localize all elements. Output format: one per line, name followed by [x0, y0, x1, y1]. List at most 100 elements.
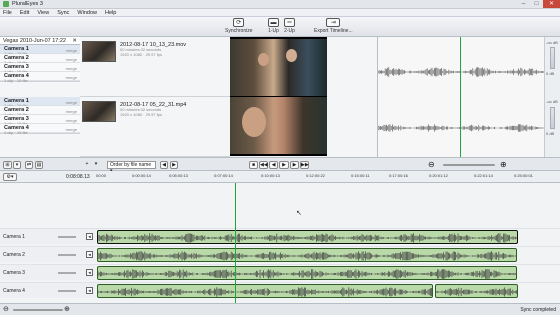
step-forward-icon[interactable]: ▶	[290, 161, 299, 169]
list-view-icon[interactable]: ▤	[35, 161, 43, 169]
video-viewer	[230, 37, 327, 156]
vu-label: -oo dB	[546, 99, 558, 104]
status-bar: ⊖ ⊕ Sync completed	[0, 303, 560, 315]
menu-bar: File Edit View Sync Window Help	[0, 9, 560, 17]
speaker-icon[interactable]: ◄	[86, 233, 93, 240]
track-volume-slider[interactable]	[58, 236, 76, 238]
timecode: 0:08:08.13	[66, 174, 90, 180]
ruler-label: 00:00	[96, 173, 107, 178]
merge-link[interactable]: merge	[66, 100, 77, 105]
add-icon[interactable]: +	[83, 161, 91, 169]
timeline-playhead[interactable]	[235, 183, 236, 303]
next-icon[interactable]: ▶	[170, 161, 178, 169]
ruler-label: 0:00:00:14	[132, 173, 151, 178]
list-item[interactable]: Camera 31 clip · 19 filemerge	[0, 63, 80, 74]
one-up-label: 1-Up	[268, 28, 279, 34]
list-item[interactable]: Camera 21 clip · 19 filemerge	[0, 54, 80, 65]
list-item[interactable]: Camera 41 clip · 19 file merge	[0, 72, 80, 83]
merge-link[interactable]: merge	[66, 48, 77, 53]
merge-link[interactable]: merge	[66, 109, 77, 114]
vu-label: 0 dB	[546, 71, 555, 76]
track-volume-slider[interactable]	[58, 290, 76, 292]
clip-waveform	[98, 269, 516, 279]
audio-clip[interactable]	[97, 230, 518, 244]
timeline-zoom-slider[interactable]	[13, 309, 63, 311]
track-volume-slider[interactable]	[58, 254, 76, 256]
speaker-icon[interactable]: ◄	[86, 287, 93, 294]
track-header-camera-4: Camera 4 ◄	[0, 282, 95, 298]
project-tab-label: Vegas 2010-Jun-07 17:22	[3, 38, 66, 44]
fast-forward-icon[interactable]: ▶▶	[300, 161, 309, 169]
group-icon[interactable]: ⊞	[3, 161, 12, 169]
menu-view[interactable]: View	[37, 10, 49, 16]
project-tab[interactable]: Vegas 2010-Jun-07 17:22 ✕	[0, 37, 80, 45]
speaker-icon[interactable]: ◄	[86, 269, 93, 276]
menu-edit[interactable]: Edit	[20, 10, 29, 16]
merge-link[interactable]: merge	[66, 75, 77, 80]
link-icon[interactable]: ⇄	[25, 161, 33, 169]
ruler-label: 0:17:00:16	[389, 173, 408, 178]
dropdown-icon[interactable]: ▾	[92, 161, 100, 169]
timeline-header: ⚙▾ 0:08:08.13 00:00 0:00:00:14 0:05:00:1…	[0, 171, 560, 183]
two-up-button[interactable]: ═ 2-Up	[284, 18, 295, 34]
zoom-in-icon[interactable]: ⊕	[64, 305, 70, 313]
ungroup-icon[interactable]: ▾	[13, 161, 21, 169]
menu-file[interactable]: File	[3, 10, 12, 16]
menu-window[interactable]: Window	[77, 10, 97, 16]
one-up-icon: ▬	[268, 18, 279, 27]
track-name: Camera 3	[3, 270, 25, 276]
ruler-label: 0:20:01:12	[429, 173, 448, 178]
merge-link[interactable]: merge	[66, 118, 77, 123]
order-select-label: Order by file name	[110, 162, 152, 168]
order-select[interactable]: Order by file name ▾	[107, 161, 156, 174]
menu-help[interactable]: Help	[105, 10, 116, 16]
merge-link[interactable]: merge	[66, 127, 77, 132]
vu-meter	[550, 47, 555, 69]
audio-clip[interactable]	[97, 284, 433, 298]
prev-icon[interactable]: ◀	[160, 161, 168, 169]
menu-sync[interactable]: Sync	[57, 10, 69, 16]
video-frame-bottom	[230, 97, 327, 154]
media-panel: Vegas 2010-Jun-07 17:22 ✕ Camera 11 clip…	[0, 37, 378, 157]
list-item[interactable]: Camera 11 clip · 19 filemerge	[0, 45, 80, 56]
zoom-out-icon[interactable]: ⊖	[3, 305, 9, 313]
zoom-out-icon[interactable]: ⊖	[428, 160, 435, 169]
ruler-label: 0:05:00:13	[169, 173, 188, 178]
clip-thumbnail	[82, 101, 116, 122]
waveform-preview	[377, 67, 544, 132]
vu-label: -oo dB	[546, 40, 558, 45]
audio-clip[interactable]	[435, 284, 518, 298]
audio-clip[interactable]	[97, 266, 517, 280]
preview-zoom-slider[interactable]	[443, 164, 495, 166]
export-timeline-button[interactable]: ⇥ Export Timeline...	[314, 18, 353, 34]
audio-clip[interactable]	[97, 248, 517, 262]
clip-item[interactable]: 2012-08-17 05_22_31.mp4 00 minutes 02 se…	[80, 97, 230, 157]
settings-icon[interactable]: ⚙▾	[3, 173, 17, 181]
ruler-label: 0:12:00:22	[306, 173, 325, 178]
export-icon: ⇥	[326, 18, 341, 27]
step-back-icon[interactable]: ◀	[269, 161, 278, 169]
track-volume-slider[interactable]	[58, 272, 76, 274]
timeline-ruler[interactable]: 00:00 0:00:00:14 0:05:00:13 0:07:00:14 0…	[95, 171, 560, 183]
merge-link[interactable]: merge	[66, 66, 77, 71]
list-item[interactable]: Camera 11 clip · 19 filemerge	[0, 97, 80, 108]
rewind-icon[interactable]: ◀◀	[259, 161, 268, 169]
play-icon[interactable]: ▶	[279, 161, 289, 169]
zoom-in-icon[interactable]: ⊕	[500, 160, 507, 169]
one-up-button[interactable]: ▬ 1-Up	[268, 18, 279, 34]
stop-icon[interactable]: ■	[249, 161, 258, 169]
list-item[interactable]: Camera 21 clip · 19 filemerge	[0, 106, 80, 117]
tab-close-icon[interactable]: ✕	[72, 37, 77, 45]
maximize-icon[interactable]: □	[530, 0, 543, 8]
list-item[interactable]: Camera 31 clip · 19 filemerge	[0, 115, 80, 126]
list-item[interactable]: Camera 41 clip · 19 file merge	[0, 124, 80, 135]
speaker-icon[interactable]: ◄	[86, 251, 93, 258]
synchronize-button[interactable]: ⟳ Synchronize	[225, 18, 253, 34]
vu-meter	[550, 107, 555, 129]
minimize-icon[interactable]: –	[517, 0, 530, 8]
vu-label: 0 dB	[546, 131, 555, 136]
track-lane	[95, 228, 560, 244]
clip-item[interactable]: 2012-08-17 10_13_23.mov 00 minutes 02 se…	[80, 37, 230, 97]
close-icon[interactable]: ✕	[543, 0, 560, 8]
merge-link[interactable]: merge	[66, 57, 77, 62]
